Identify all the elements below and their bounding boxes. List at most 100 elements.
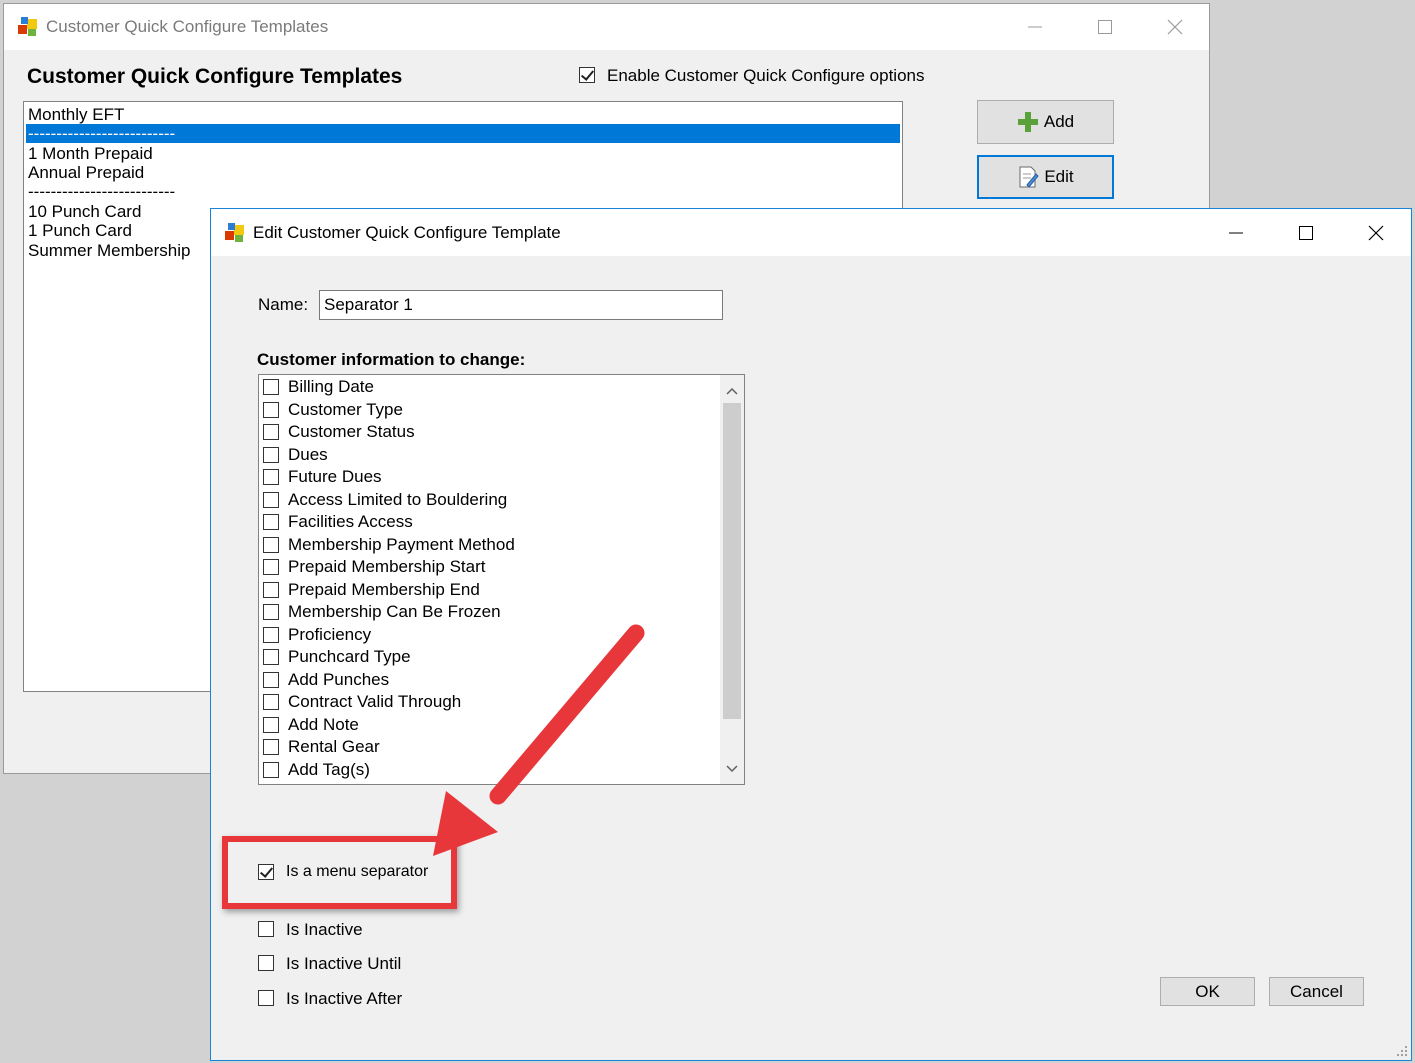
cancel-button[interactable]: Cancel bbox=[1269, 977, 1364, 1006]
checklist-item[interactable]: Customer Type bbox=[263, 399, 403, 422]
customer-info-label: Customer information to change: bbox=[257, 350, 526, 369]
checklist-item[interactable]: Proficiency bbox=[263, 624, 371, 647]
checklist-item-checkbox[interactable] bbox=[263, 469, 279, 486]
close-button[interactable] bbox=[1140, 4, 1210, 50]
app-icon bbox=[18, 17, 38, 37]
checklist-item-checkbox[interactable] bbox=[263, 514, 279, 531]
plus-icon bbox=[1017, 112, 1038, 132]
scroll-up-icon[interactable] bbox=[720, 379, 744, 403]
minimize-icon bbox=[1028, 26, 1042, 28]
checklist-item-label: Membership Payment Method bbox=[288, 534, 515, 554]
is-inactive-after-label: Is Inactive After bbox=[286, 989, 403, 1008]
maximize-icon bbox=[1098, 20, 1112, 34]
edit-button[interactable]: Edit bbox=[977, 155, 1114, 199]
checklist-item[interactable]: Add Punches bbox=[263, 669, 389, 692]
is-inactive-until-option[interactable]: Is Inactive Until bbox=[258, 954, 458, 974]
scroll-down-icon[interactable] bbox=[720, 756, 744, 780]
checklist-item-checkbox[interactable] bbox=[263, 536, 279, 553]
close-button[interactable] bbox=[1341, 209, 1411, 256]
list-item[interactable]: Annual Prepaid bbox=[28, 163, 144, 182]
checklist-item-checkbox[interactable] bbox=[263, 761, 279, 778]
maximize-button[interactable] bbox=[1271, 209, 1341, 256]
name-label: Name: bbox=[258, 295, 309, 314]
customer-info-checklist[interactable]: Billing Date Customer Type Customer Status… bbox=[258, 374, 745, 785]
is-inactive-option[interactable]: Is Inactive bbox=[258, 920, 458, 940]
page-heading: Customer Quick Configure Templates bbox=[27, 65, 403, 88]
checklist-item[interactable]: Access Limited to Bouldering bbox=[263, 489, 507, 512]
checklist-item-label: Access Limited to Bouldering bbox=[288, 489, 508, 509]
close-icon bbox=[1167, 19, 1183, 35]
list-item[interactable]: Monthly EFT bbox=[28, 105, 124, 124]
checklist-item[interactable]: Billing Date bbox=[263, 376, 374, 399]
checklist-item-checkbox[interactable] bbox=[263, 401, 279, 418]
templates-window-titlebar[interactable]: Customer Quick Configure Templates bbox=[4, 4, 1209, 50]
checklist-item-checkbox[interactable] bbox=[263, 671, 279, 688]
checklist-item-label: Proficiency bbox=[288, 624, 372, 644]
checklist-item[interactable]: Prepaid Membership Start bbox=[263, 556, 485, 579]
checklist-item[interactable]: Prepaid Membership End bbox=[263, 579, 480, 602]
checklist-item-checkbox[interactable] bbox=[263, 604, 279, 621]
window-title: Customer Quick Configure Templates bbox=[46, 17, 329, 36]
enable-option-checkbox[interactable] bbox=[579, 67, 595, 83]
checklist-item[interactable]: Facilities Access bbox=[263, 511, 413, 534]
checklist-item[interactable]: Add Note bbox=[263, 714, 359, 737]
list-item[interactable]: -------------------------- bbox=[28, 182, 175, 201]
list-item[interactable]: 1 Month Prepaid bbox=[28, 144, 153, 163]
is-inactive-after-checkbox[interactable] bbox=[258, 990, 274, 1006]
minimize-icon bbox=[1229, 232, 1243, 233]
checklist-item[interactable]: Membership Payment Method bbox=[263, 534, 515, 557]
is-inactive-label: Is Inactive bbox=[286, 920, 363, 939]
minimize-button[interactable] bbox=[1000, 4, 1070, 50]
checklist-item-label: Punchcard Type bbox=[288, 647, 411, 667]
checklist-item-checkbox[interactable] bbox=[263, 626, 279, 643]
maximize-icon bbox=[1299, 225, 1313, 240]
checklist-item-checkbox[interactable] bbox=[263, 491, 279, 508]
checklist-item[interactable]: Rental Gear bbox=[263, 736, 380, 759]
checklist-item-label: Add Tag(s) bbox=[288, 759, 370, 779]
maximize-button[interactable] bbox=[1070, 4, 1140, 50]
checklist-item-checkbox[interactable] bbox=[263, 379, 279, 396]
checklist-item[interactable]: Dues bbox=[263, 444, 328, 467]
checklist-item-checkbox[interactable] bbox=[263, 446, 279, 463]
checklist-item[interactable]: Membership Can Be Frozen bbox=[263, 601, 501, 624]
list-item-selected[interactable]: -------------------------- bbox=[26, 124, 900, 143]
dialog-title: Edit Customer Quick Configure Template bbox=[253, 222, 561, 242]
checklist-item-checkbox[interactable] bbox=[263, 559, 279, 576]
enable-option-label: Enable Customer Quick Configure options bbox=[607, 66, 925, 85]
is-inactive-after-option[interactable]: Is Inactive After bbox=[258, 989, 458, 1009]
checklist-item-label: Billing Date bbox=[288, 377, 374, 397]
checklist-item-label: Rental Gear bbox=[288, 737, 380, 757]
list-item[interactable]: 1 Punch Card bbox=[28, 221, 132, 240]
add-button[interactable]: Add bbox=[977, 100, 1114, 144]
checklist-item-label: Prepaid Membership Start bbox=[288, 557, 486, 577]
checklist-item[interactable]: Contract Valid Through bbox=[263, 691, 461, 714]
checklist-item-checkbox[interactable] bbox=[263, 694, 279, 711]
checklist-item-checkbox[interactable] bbox=[263, 581, 279, 598]
checklist-item-label: Customer Status bbox=[288, 422, 415, 442]
scrollbar-thumb[interactable] bbox=[723, 403, 741, 719]
checklist-item[interactable]: Punchcard Type bbox=[263, 646, 411, 669]
checklist-item[interactable]: Future Dues bbox=[263, 466, 382, 489]
minimize-button[interactable] bbox=[1201, 209, 1271, 256]
checklist-item[interactable]: Add Tag(s) bbox=[263, 759, 370, 782]
app-icon bbox=[225, 222, 245, 243]
highlight-box bbox=[222, 836, 457, 909]
edit-document-icon bbox=[1019, 166, 1040, 188]
checklist-item[interactable]: Customer Status bbox=[263, 421, 415, 444]
dialog-titlebar[interactable]: Edit Customer Quick Configure Template bbox=[211, 209, 1411, 256]
checklist-item-checkbox[interactable] bbox=[263, 716, 279, 733]
is-inactive-checkbox[interactable] bbox=[258, 921, 274, 937]
resize-grip-icon[interactable] bbox=[1396, 1045, 1408, 1057]
scrollbar[interactable] bbox=[720, 375, 744, 784]
checklist-item-checkbox[interactable] bbox=[263, 649, 279, 666]
checklist-item-checkbox[interactable] bbox=[263, 739, 279, 756]
list-item[interactable]: 10 Punch Card bbox=[28, 202, 141, 221]
ok-button[interactable]: OK bbox=[1160, 977, 1255, 1006]
checklist-item-label: Prepaid Membership End bbox=[288, 579, 480, 599]
list-item[interactable]: Summer Membership bbox=[28, 241, 191, 260]
checklist-item-checkbox[interactable] bbox=[263, 424, 279, 441]
checklist-item-label: Future Dues bbox=[288, 467, 382, 487]
is-inactive-until-checkbox[interactable] bbox=[258, 955, 274, 971]
checklist-item-label: Dues bbox=[288, 444, 328, 464]
name-input[interactable] bbox=[319, 290, 723, 320]
